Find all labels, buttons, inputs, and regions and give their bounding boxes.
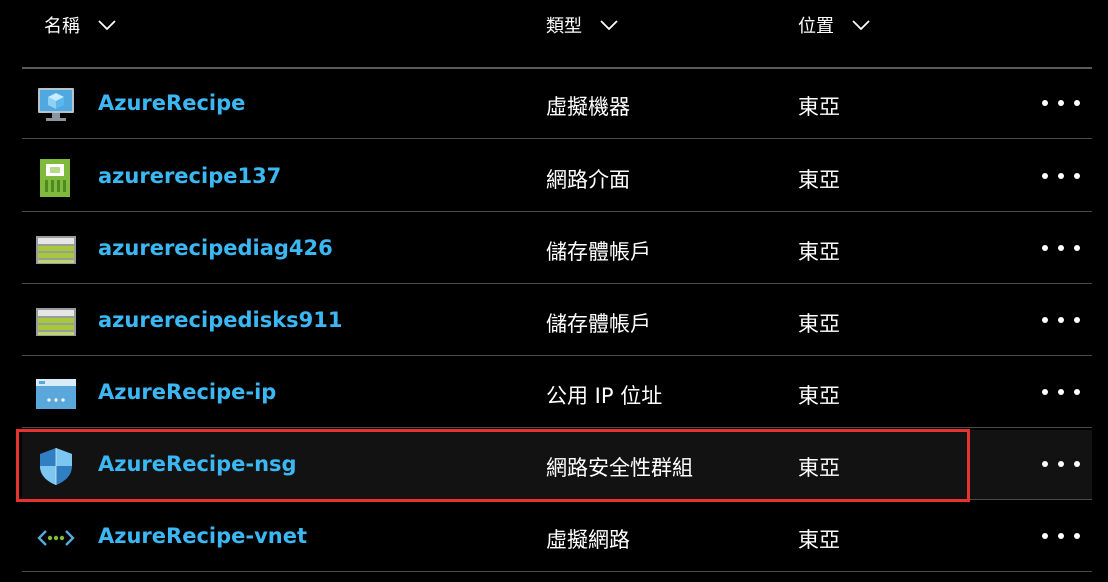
chevron-down-icon[interactable] <box>98 19 116 31</box>
resource-location: 東亞 <box>798 456 840 480</box>
table-header: 名稱 類型 位置 <box>0 0 1092 50</box>
resource-location: 東亞 <box>798 528 840 552</box>
network-interface-icon <box>40 159 70 197</box>
resource-type: 虛擬機器 <box>546 95 630 119</box>
virtual-machine-icon <box>38 88 74 121</box>
virtual-network-icon <box>37 530 75 546</box>
resource-name-link[interactable]: azurerecipediag426 <box>98 236 333 260</box>
resource-type: 儲存體帳戶 <box>546 240 651 264</box>
resource-type: 儲存體帳戶 <box>546 312 651 336</box>
resource-name-link[interactable]: azurerecipedisks911 <box>98 308 343 332</box>
resource-name-link[interactable]: AzureRecipe <box>98 91 245 115</box>
storage-account-icon <box>36 308 76 336</box>
table-row[interactable]: AzureRecipe-vnet 虛擬網路 東亞 <box>22 502 1092 572</box>
table-row[interactable]: AzureRecipe 虛擬機器 東亞 <box>22 69 1092 139</box>
resource-name-link[interactable]: azurerecipe137 <box>98 164 281 188</box>
resource-type: 網路安全性群組 <box>546 456 693 480</box>
table-row[interactable]: azurerecipedisks911 儲存體帳戶 東亞 <box>22 286 1092 356</box>
table-row[interactable]: azurerecipe137 網路介面 東亞 <box>22 142 1092 212</box>
column-header-location-label: 位置 <box>798 16 834 37</box>
chevron-down-icon[interactable] <box>600 19 618 31</box>
more-actions-button[interactable] <box>1042 382 1080 402</box>
resource-name-link[interactable]: AzureRecipe-vnet <box>98 524 307 548</box>
table-row-selected[interactable]: AzureRecipe-nsg 網路安全性群組 東亞 <box>22 430 1092 500</box>
resource-name-link[interactable]: AzureRecipe-nsg <box>98 452 297 476</box>
resource-name-link[interactable]: AzureRecipe-ip <box>98 380 276 404</box>
public-ip-icon <box>36 379 76 409</box>
column-header-name-label: 名稱 <box>44 16 80 37</box>
more-actions-button[interactable] <box>1042 93 1080 113</box>
resource-type: 網路介面 <box>546 168 630 192</box>
more-actions-button[interactable] <box>1042 454 1080 474</box>
network-security-group-icon <box>40 448 72 485</box>
resource-location: 東亞 <box>798 168 840 192</box>
more-actions-button[interactable] <box>1042 166 1080 186</box>
resource-type: 虛擬網路 <box>546 528 630 552</box>
resource-location: 東亞 <box>798 384 840 408</box>
column-header-type[interactable]: 類型 <box>546 12 618 38</box>
chevron-down-icon[interactable] <box>852 19 870 31</box>
column-header-location[interactable]: 位置 <box>798 12 870 38</box>
table-row[interactable]: azurerecipediag426 儲存體帳戶 東亞 <box>22 214 1092 284</box>
column-header-name[interactable]: 名稱 <box>44 12 116 38</box>
table-row[interactable]: AzureRecipe-ip 公用 IP 位址 東亞 <box>22 358 1092 428</box>
resource-location: 東亞 <box>798 95 840 119</box>
resource-location: 東亞 <box>798 240 840 264</box>
more-actions-button[interactable] <box>1042 526 1080 546</box>
storage-account-icon <box>36 236 76 264</box>
more-actions-button[interactable] <box>1042 238 1080 258</box>
more-actions-button[interactable] <box>1042 310 1080 330</box>
column-header-type-label: 類型 <box>546 16 582 37</box>
resource-type: 公用 IP 位址 <box>546 384 663 408</box>
resource-location: 東亞 <box>798 312 840 336</box>
